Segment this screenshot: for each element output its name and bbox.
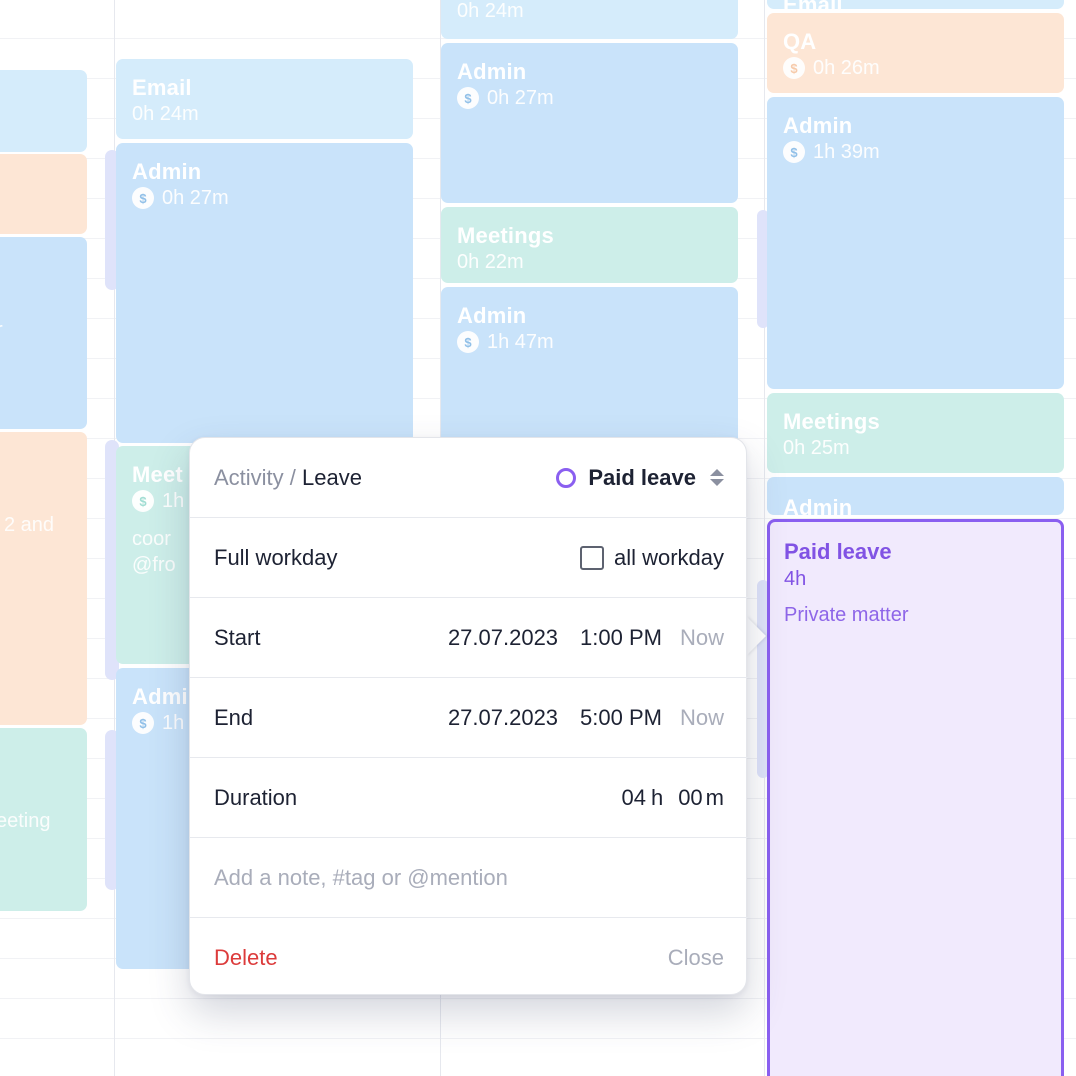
time-entry-block[interactable]: [0, 70, 87, 152]
duration-label: Duration: [214, 784, 298, 810]
time-entry-title: Admin: [783, 113, 853, 138]
end-time-input[interactable]: 5:00 PM: [580, 705, 662, 731]
duration-hours[interactable]: 04: [621, 785, 645, 811]
billable-icon: $: [783, 141, 805, 163]
time-entry-duration: 1h: [162, 712, 185, 734]
activity-select[interactable]: Paid leave: [556, 465, 724, 491]
time-entry-meetings[interactable]: Meetings 0h 22m: [441, 207, 738, 283]
time-entry-duration: 0h 26m: [813, 57, 880, 79]
time-entry-title: Admin: [783, 495, 853, 515]
actions-row: Delete Close: [190, 918, 748, 998]
time-entry-duration: 0h 25m: [783, 437, 850, 459]
note-row: Add a note, #tag or @mention: [190, 838, 748, 918]
time-entry-qa[interactable]: QA $0h 26m: [767, 13, 1064, 93]
close-button[interactable]: Close: [668, 945, 724, 971]
end-date-input[interactable]: 27.07.2023: [448, 705, 558, 731]
time-entry-duration: 1h: [162, 490, 185, 512]
start-now-button[interactable]: Now: [680, 625, 724, 651]
time-entry-duration: 1h 39m: [813, 141, 880, 163]
time-entry-admin[interactable]: Admin $0h 27m: [441, 43, 738, 203]
start-row: Start 27.07.2023 1:00 PM Now: [190, 598, 748, 678]
time-entry-title: Paid leave: [784, 539, 892, 564]
time-entry-email[interactable]: Email 0h 24m: [116, 59, 413, 139]
time-entry-title: Email: [132, 75, 192, 100]
activity-row: Activity / Leave Paid leave: [190, 438, 748, 518]
time-entry-admin[interactable]: Admin $1h 39m: [767, 97, 1064, 389]
time-entry-note: Private matter: [784, 604, 909, 626]
time-entry-email[interactable]: Email: [767, 0, 1064, 9]
duration-row: Duration 04 h 00 m: [190, 758, 748, 838]
time-entry-block[interactable]: r: [0, 237, 87, 429]
billable-icon: $: [457, 87, 479, 109]
billable-icon: $: [783, 57, 805, 79]
end-row: End 27.07.2023 5:00 PM Now: [190, 678, 748, 758]
activity-select-value: Paid leave: [588, 464, 696, 490]
time-entry-admin[interactable]: Admin $0h 27m: [116, 143, 413, 443]
full-workday-row: Full workday all workday: [190, 518, 748, 598]
billable-icon: $: [457, 331, 479, 353]
delete-button[interactable]: Delete: [214, 945, 278, 970]
billable-icon: $: [132, 490, 154, 512]
all-workday-toggle[interactable]: all workday: [579, 544, 724, 571]
time-entry-editor-popover: Activity / Leave Paid leave Full workday…: [189, 437, 748, 998]
breadcrumb-parent[interactable]: Activity /: [214, 465, 296, 490]
time-entry-meetings[interactable]: Meetings 0h 25m: [767, 393, 1064, 473]
day-column-divider: [764, 0, 765, 1076]
time-entry-note: eeting: [0, 810, 51, 832]
billable-icon: $: [132, 187, 154, 209]
time-entry-duration: 0h 24m: [132, 103, 199, 125]
full-workday-label: Full workday: [214, 544, 338, 570]
breadcrumb-current: Leave: [302, 464, 362, 490]
duration-minutes-unit: m: [705, 784, 724, 810]
time-entry-title: QA: [783, 29, 817, 54]
time-entry-title: Admin: [457, 303, 527, 328]
time-entry-block[interactable]: 0h 24m: [441, 0, 738, 39]
all-workday-checkbox[interactable]: [579, 545, 604, 570]
start-label: Start: [214, 624, 261, 650]
time-entry-duration: 4h: [784, 568, 807, 590]
all-workday-label: all workday: [613, 544, 724, 570]
start-time-input[interactable]: 1:00 PM: [580, 625, 662, 651]
time-entry-duration: 0h 24m: [457, 0, 524, 22]
time-entry-duration: 0h 27m: [487, 87, 554, 109]
time-entry-admin[interactable]: Admin: [767, 477, 1064, 515]
start-date-input[interactable]: 27.07.2023: [448, 625, 558, 651]
time-entry-title: Meetings: [457, 223, 554, 248]
time-entry-title: Meetings: [783, 409, 880, 434]
time-entry-paid-leave-selected[interactable]: Paid leave 4h Private matter: [767, 519, 1064, 1076]
duration-hours-unit: h: [650, 784, 664, 810]
time-entry-block[interactable]: 2 and: [0, 432, 87, 725]
time-entry-note: r: [0, 317, 71, 343]
activity-breadcrumb: Activity / Leave: [214, 465, 556, 491]
time-entry-title: Admin: [132, 159, 202, 184]
time-entry-block[interactable]: eeting: [0, 728, 87, 911]
activity-color-dot-icon: [556, 467, 577, 488]
time-entry-duration: 0h 22m: [457, 251, 524, 273]
note-input[interactable]: Add a note, #tag or @mention: [214, 865, 724, 891]
sort-arrows-icon: [710, 469, 724, 486]
time-entry-note: 2 and: [4, 514, 55, 536]
time-entry-title: Email: [783, 0, 1048, 9]
time-entry-duration: 1h 47m: [487, 331, 554, 353]
time-entry-block[interactable]: [0, 154, 87, 234]
duration-minutes[interactable]: 00: [678, 785, 702, 811]
end-label: End: [214, 704, 254, 730]
billable-icon: $: [132, 712, 154, 734]
duration-input[interactable]: 04 h 00 m: [621, 785, 724, 811]
popover-arrow: [746, 616, 766, 656]
end-now-button[interactable]: Now: [680, 705, 724, 731]
time-entry-title: Admin: [457, 59, 527, 84]
time-entry-duration: 0h 27m: [162, 187, 229, 209]
